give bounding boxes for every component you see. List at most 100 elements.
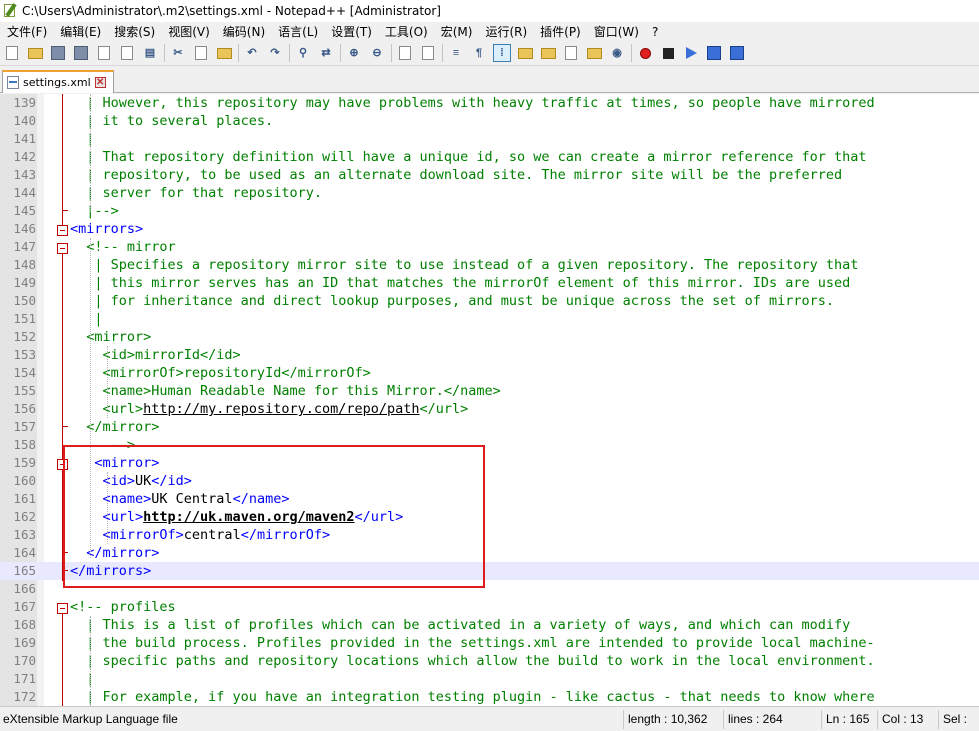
- code-line[interactable]: 146 <mirrors>: [0, 220, 979, 238]
- code-line[interactable]: 155 <name>Human Readable Name for this M…: [0, 382, 979, 400]
- fold-toggle-comment[interactable]: [57, 243, 68, 254]
- doc-map-icon[interactable]: [539, 44, 557, 62]
- menu-search[interactable]: 搜索(S): [107, 23, 161, 40]
- menu-file[interactable]: 文件(F): [0, 23, 53, 40]
- code-line[interactable]: 171 |: [0, 670, 979, 688]
- fold-toggle-profiles[interactable]: [57, 603, 68, 614]
- code-line[interactable]: 149 | this mirror serves has an ID that …: [0, 274, 979, 292]
- title-bar: C:\Users\Administrator\.m2\settings.xml …: [0, 0, 979, 22]
- status-column: Col : 13: [877, 709, 938, 729]
- code-line[interactable]: 151 |: [0, 310, 979, 328]
- menu-run[interactable]: 运行(R): [478, 23, 533, 40]
- line-number: 155: [13, 383, 36, 398]
- fold-end-mark: [62, 210, 68, 211]
- zoom-in-icon[interactable]: ⊕: [345, 44, 363, 62]
- play-macro-icon[interactable]: [682, 44, 700, 62]
- code-line[interactable]: 145 |-->: [0, 202, 979, 220]
- run-macro-multiple-icon[interactable]: [705, 44, 723, 62]
- function-list-icon[interactable]: [562, 44, 580, 62]
- close-icon[interactable]: ✕: [94, 77, 106, 88]
- line-number: 169: [13, 635, 36, 650]
- menu-macro[interactable]: 宏(M): [434, 23, 479, 40]
- code-line[interactable]: 168 | This is a list of profiles which c…: [0, 616, 979, 634]
- record-macro-icon[interactable]: [636, 44, 654, 62]
- editor[interactable]: 139 | However, this repository may have …: [0, 94, 979, 706]
- status-file-type: eXtensible Markup Language file: [3, 711, 178, 726]
- user-language-icon[interactable]: [516, 44, 534, 62]
- stop-record-icon[interactable]: [659, 44, 677, 62]
- code-token: | Specifies a repository mirror site to …: [70, 257, 859, 273]
- save-icon[interactable]: [49, 44, 67, 62]
- menu-tools[interactable]: 工具(O): [378, 23, 434, 40]
- indent-guide: [107, 346, 108, 418]
- code-text: |: [70, 310, 102, 328]
- code-line[interactable]: 148 | Specifies a repository mirror site…: [0, 256, 979, 274]
- find-icon[interactable]: ⚲: [294, 44, 312, 62]
- menu-edit[interactable]: 编辑(E): [53, 23, 107, 40]
- code-text: | Specifies a repository mirror site to …: [70, 256, 858, 274]
- save-macro-icon[interactable]: [728, 44, 746, 62]
- monitoring-icon[interactable]: ◉: [608, 44, 626, 62]
- menu-encoding[interactable]: 编码(N): [216, 23, 271, 40]
- code-token: | specific paths and repository location…: [70, 653, 875, 669]
- save-all-icon[interactable]: [72, 44, 90, 62]
- paste-icon[interactable]: [215, 44, 233, 62]
- code-line[interactable]: 167 <!-- profiles: [0, 598, 979, 616]
- open-folder-icon[interactable]: [26, 44, 44, 62]
- menu-language[interactable]: 语言(L): [271, 23, 324, 40]
- window-title: C:\Users\Administrator\.m2\settings.xml …: [22, 4, 441, 18]
- code-line[interactable]: 150 | for inheritance and direct lookup …: [0, 292, 979, 310]
- menu-view[interactable]: 视图(V): [161, 23, 216, 40]
- print-icon[interactable]: ▤: [141, 44, 159, 62]
- word-wrap-icon[interactable]: ≡: [447, 44, 465, 62]
- code-line[interactable]: 154 <mirrorOf>repositoryId</mirrorOf>: [0, 364, 979, 382]
- replace-icon[interactable]: ⇄: [317, 44, 335, 62]
- menu-help[interactable]: ?: [645, 25, 664, 39]
- code-line[interactable]: 156 <url>http://my.repository.com/repo/p…: [0, 400, 979, 418]
- code-token: | However, this repository may have prob…: [70, 95, 875, 111]
- line-number: 143: [13, 167, 36, 182]
- code-line[interactable]: 170 | specific paths and repository loca…: [0, 652, 979, 670]
- close-icon[interactable]: [95, 44, 113, 62]
- code-text: <mirrors>: [70, 220, 143, 238]
- close-all-icon[interactable]: [118, 44, 136, 62]
- fold-line: [62, 614, 63, 706]
- menu-window[interactable]: 窗口(W): [587, 23, 645, 40]
- line-number: 140: [13, 113, 36, 128]
- menu-plugins[interactable]: 插件(P): [533, 23, 587, 40]
- line-number: 168: [13, 617, 36, 632]
- code-line[interactable]: 172 | For example, if you have an integr…: [0, 688, 979, 706]
- folder-as-workspace-icon[interactable]: [585, 44, 603, 62]
- show-all-chars-icon[interactable]: ¶: [470, 44, 488, 62]
- code-line[interactable]: 153 <id>mirrorId</id>: [0, 346, 979, 364]
- line-number: 152: [13, 329, 36, 344]
- code-line[interactable]: 147 <!-- mirror: [0, 238, 979, 256]
- code-line[interactable]: 144 | server for that repository.: [0, 184, 979, 202]
- zoom-out-icon[interactable]: ⊖: [368, 44, 386, 62]
- code-token: | this mirror serves has an ID that matc…: [70, 275, 851, 291]
- code-line[interactable]: 141 |: [0, 130, 979, 148]
- code-line[interactable]: 157 </mirror>: [0, 418, 979, 436]
- menu-settings[interactable]: 设置(T): [324, 23, 378, 40]
- code-line[interactable]: 152 <mirror>: [0, 328, 979, 346]
- tab-settings-xml[interactable]: settings.xml ✕: [2, 70, 114, 93]
- line-number: 153: [13, 347, 36, 362]
- undo-icon[interactable]: ↶: [243, 44, 261, 62]
- sync-horizontal-icon[interactable]: [419, 44, 437, 62]
- code-text: | specific paths and repository location…: [70, 652, 875, 670]
- indent-guide-icon[interactable]: ⁞: [493, 44, 511, 62]
- code-text: | That repository definition will have a…: [70, 148, 866, 166]
- line-number: 147: [13, 239, 36, 254]
- copy-icon[interactable]: [192, 44, 210, 62]
- new-file-icon[interactable]: [3, 44, 21, 62]
- redo-icon[interactable]: ↷: [266, 44, 284, 62]
- cut-icon[interactable]: ✂: [169, 44, 187, 62]
- fold-toggle-mirrors[interactable]: [57, 225, 68, 236]
- code-line[interactable]: 143 | repository, to be used as an alter…: [0, 166, 979, 184]
- code-line[interactable]: 169 | the build process. Profiles provid…: [0, 634, 979, 652]
- sync-vertical-icon[interactable]: [396, 44, 414, 62]
- status-line-number: Ln : 165: [821, 709, 877, 729]
- code-line[interactable]: 142 | That repository definition will ha…: [0, 148, 979, 166]
- code-line[interactable]: 139 | However, this repository may have …: [0, 94, 979, 112]
- code-line[interactable]: 140 | it to several places.: [0, 112, 979, 130]
